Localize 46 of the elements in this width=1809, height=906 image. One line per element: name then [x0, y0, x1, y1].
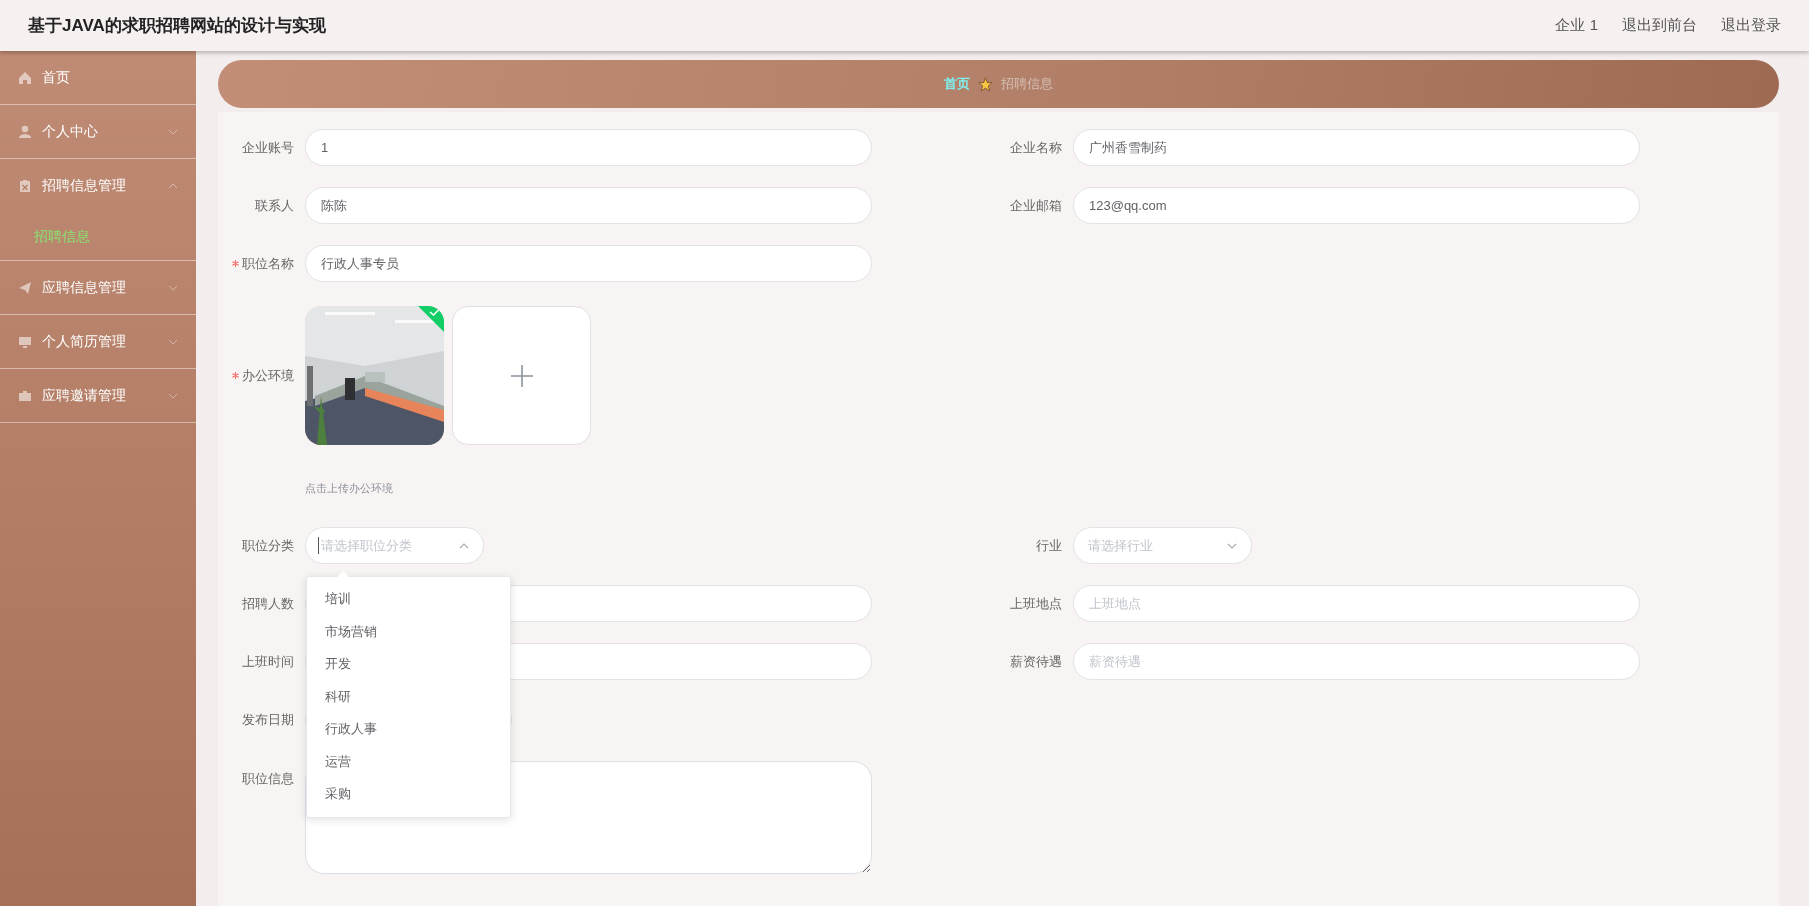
field-label: 联系人: [255, 196, 294, 215]
text-field[interactable]: 薪资待遇: [1073, 643, 1640, 680]
field-label: 企业名称: [1010, 138, 1062, 157]
header-link[interactable]: 退出登录: [1721, 16, 1781, 35]
site-title: 基于JAVA的求职招聘网站的设计与实现: [28, 15, 327, 37]
text-field[interactable]: 广州香雪制药: [1073, 129, 1640, 166]
text-field[interactable]: 上班地点: [1073, 585, 1640, 622]
field-label: 办公环境: [242, 366, 294, 385]
briefcase-icon: [18, 388, 32, 403]
field-label: 企业账号: [242, 138, 294, 157]
field-label: 招聘人数: [242, 594, 294, 613]
chevron-icon: [459, 542, 469, 549]
field-label: 薪资待遇: [1010, 652, 1062, 671]
dropdown-option[interactable]: 行政人事: [307, 713, 510, 746]
dropdown-option[interactable]: 采购: [307, 778, 510, 811]
field-label: 职位分类: [242, 536, 294, 555]
text-field[interactable]: 陈陈: [305, 187, 872, 224]
monitor-icon: [18, 334, 32, 349]
text-field[interactable]: 123@qq.com: [1073, 187, 1640, 224]
text-field[interactable]: 行政人事专员: [305, 245, 872, 282]
field-label: 企业邮箱: [1010, 196, 1062, 215]
plus-icon: [510, 364, 533, 387]
paper-plane-icon: [18, 280, 32, 295]
clipboard-icon: [18, 179, 32, 193]
dropdown-option[interactable]: 培训: [307, 583, 510, 616]
dropdown-option[interactable]: 开发: [307, 648, 510, 681]
field-label: 发布日期: [242, 710, 294, 729]
star-icon: [978, 76, 993, 92]
field-label: 职位名称: [242, 254, 294, 273]
field-label: 上班地点: [1010, 594, 1062, 613]
header-link[interactable]: 退出到前台: [1622, 16, 1697, 35]
home-icon: [18, 70, 32, 85]
dropdown-option[interactable]: 市场营销: [307, 615, 510, 648]
field-label: 职位信息: [242, 770, 294, 788]
required-icon: [232, 260, 239, 267]
required-icon: [232, 372, 239, 379]
dropdown-option[interactable]: 科研: [307, 680, 510, 713]
upload-button[interactable]: [452, 306, 591, 445]
field-label: 行业: [1036, 536, 1062, 555]
upload-hint: 点击上传办公环境: [305, 481, 394, 496]
header-link[interactable]: 企业 1: [1555, 16, 1598, 35]
chevron-icon: [1227, 542, 1237, 549]
user-icon: [18, 124, 32, 139]
dropdown-option[interactable]: 运营: [307, 745, 510, 778]
text-field[interactable]: 1: [305, 129, 872, 166]
field-label: 上班时间: [242, 652, 294, 671]
